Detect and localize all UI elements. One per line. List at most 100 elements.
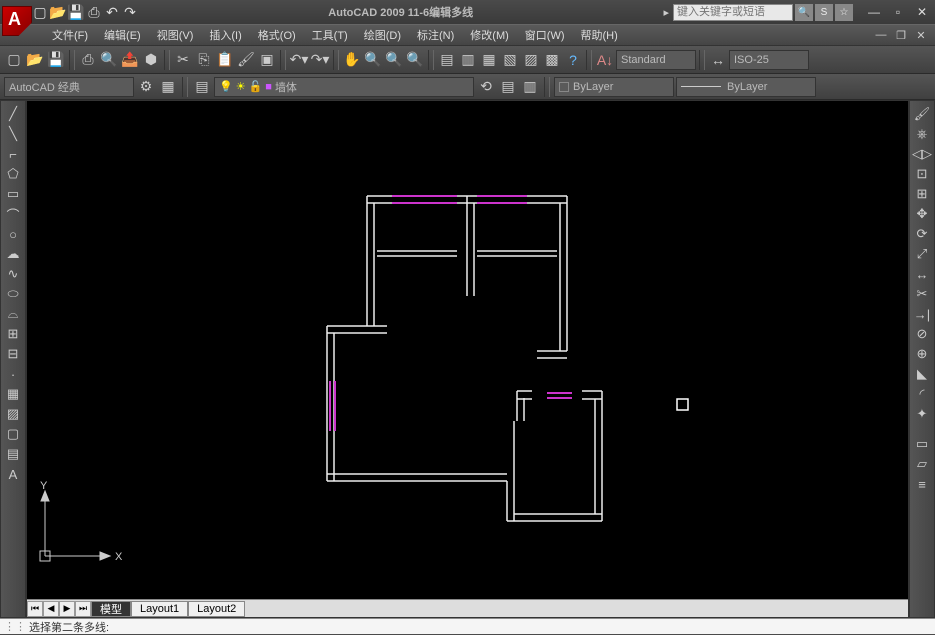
- undo-icon[interactable]: ↶: [104, 4, 120, 20]
- qnew-icon[interactable]: ▢: [4, 50, 24, 70]
- doc-minimize-button[interactable]: —: [873, 29, 889, 42]
- match-icon[interactable]: 🖌: [236, 50, 256, 70]
- menu-modify[interactable]: 修改(M): [462, 25, 517, 45]
- spline-icon[interactable]: ∿: [3, 265, 23, 283]
- circle-icon[interactable]: ○: [3, 225, 23, 243]
- menu-help[interactable]: 帮助(H): [573, 25, 626, 45]
- move-icon[interactable]: ✥: [912, 205, 932, 223]
- tab-layout1[interactable]: Layout1: [131, 601, 188, 617]
- ellipsearc-icon[interactable]: ⌓: [3, 305, 23, 323]
- table-icon[interactable]: ▤: [3, 445, 23, 463]
- publish-icon[interactable]: 📤: [120, 50, 140, 70]
- makeblock-icon[interactable]: ⊟: [3, 345, 23, 363]
- rotate-icon[interactable]: ⟳: [912, 225, 932, 243]
- sheet-icon[interactable]: ▧: [500, 50, 520, 70]
- chamfer-icon[interactable]: ◣: [912, 365, 932, 383]
- doc-restore-button[interactable]: ❐: [893, 29, 909, 42]
- workspace-dropdown[interactable]: AutoCAD 经典: [4, 77, 134, 97]
- maximize-button[interactable]: ▫: [889, 5, 907, 19]
- paste-icon[interactable]: 📋: [215, 50, 235, 70]
- open-icon[interactable]: 📂: [50, 4, 66, 20]
- array-icon[interactable]: ⊞: [912, 185, 932, 203]
- arc-icon[interactable]: ⌒: [3, 205, 23, 223]
- menu-file[interactable]: 文件(F): [44, 25, 96, 45]
- qopen-icon[interactable]: 📂: [25, 50, 45, 70]
- gradient-icon[interactable]: ▨: [3, 405, 23, 423]
- xline-icon[interactable]: ╲: [3, 125, 23, 143]
- menu-insert[interactable]: 插入(I): [201, 25, 249, 45]
- textstyle-icon[interactable]: A↓: [595, 50, 615, 70]
- help-s-icon[interactable]: S: [815, 4, 833, 21]
- search-button[interactable]: 🔍: [795, 4, 813, 21]
- star-icon[interactable]: ☆: [835, 4, 853, 21]
- print-icon[interactable]: ⎙: [86, 4, 102, 20]
- explode-icon[interactable]: ✦: [912, 405, 932, 423]
- layer-state-icon[interactable]: ▤: [498, 77, 518, 97]
- tab-model[interactable]: 模型: [91, 601, 131, 617]
- linetype-dropdown[interactable]: ByLayer: [676, 77, 816, 97]
- redo-icon[interactable]: ↷: [122, 4, 138, 20]
- dcenter-icon[interactable]: ▥: [458, 50, 478, 70]
- toolpal-icon[interactable]: ▦: [479, 50, 499, 70]
- zoom-prev-icon[interactable]: 🔍: [405, 50, 425, 70]
- doc-close-button[interactable]: ✕: [913, 29, 929, 42]
- tab-first-button[interactable]: ⏮: [27, 601, 43, 617]
- offset-icon[interactable]: ⊡: [912, 165, 932, 183]
- copy-icon[interactable]: ⎘: [194, 50, 214, 70]
- color-dropdown[interactable]: ByLayer: [554, 77, 674, 97]
- redo2-icon[interactable]: ↷▾: [310, 50, 330, 70]
- break-icon[interactable]: ⊘: [912, 325, 932, 343]
- menu-dimension[interactable]: 标注(N): [409, 25, 462, 45]
- extend-icon[interactable]: →|: [912, 305, 932, 323]
- layer-dropdown[interactable]: 💡 ☀ 🔓 ■ 墙体: [214, 77, 474, 97]
- tab-prev-button[interactable]: ◀: [43, 601, 59, 617]
- preview-icon[interactable]: 🔍: [99, 50, 119, 70]
- list-icon[interactable]: ≡: [912, 475, 932, 493]
- text-style-dropdown[interactable]: Standard: [616, 50, 696, 70]
- point-icon[interactable]: ·: [3, 365, 23, 383]
- ws-settings-icon[interactable]: ⚙: [136, 77, 156, 97]
- menu-draw[interactable]: 绘图(D): [356, 25, 409, 45]
- fillet-icon[interactable]: ◜: [912, 385, 932, 403]
- mtext-icon[interactable]: A: [3, 465, 23, 483]
- new-icon[interactable]: ▢: [32, 4, 48, 20]
- menu-format[interactable]: 格式(O): [250, 25, 304, 45]
- undo2-icon[interactable]: ↶▾: [289, 50, 309, 70]
- tab-next-button[interactable]: ▶: [59, 601, 75, 617]
- trim-icon[interactable]: ✂: [912, 285, 932, 303]
- block-icon[interactable]: ▣: [257, 50, 277, 70]
- 3d-icon[interactable]: ⬢: [141, 50, 161, 70]
- region-icon[interactable]: ▢: [3, 425, 23, 443]
- join-icon[interactable]: ⊕: [912, 345, 932, 363]
- ellipse-icon[interactable]: ⬭: [3, 285, 23, 303]
- minimize-button[interactable]: —: [865, 5, 883, 19]
- scale-icon[interactable]: ⤢: [912, 245, 932, 263]
- tab-last-button[interactable]: ⏭: [75, 601, 91, 617]
- menu-tools[interactable]: 工具(T): [304, 25, 356, 45]
- command-line[interactable]: ⋮⋮ 选择第二条多线:: [0, 618, 935, 634]
- stretch-icon[interactable]: ↔: [912, 265, 932, 283]
- dimstyle-icon[interactable]: ↔: [708, 50, 728, 70]
- close-button[interactable]: ✕: [913, 5, 931, 19]
- pline-icon[interactable]: ⌐: [3, 145, 23, 163]
- plot-icon[interactable]: ⎙: [78, 50, 98, 70]
- ws-lock-icon[interactable]: ▦: [158, 77, 178, 97]
- layer-prev-icon[interactable]: ⟲: [476, 77, 496, 97]
- dist-icon[interactable]: ▭: [912, 435, 932, 453]
- props-icon[interactable]: ▤: [437, 50, 457, 70]
- layer-props-icon[interactable]: ▤: [192, 77, 212, 97]
- save-icon[interactable]: 💾: [68, 4, 84, 20]
- search-input[interactable]: [673, 4, 793, 21]
- polygon-icon[interactable]: ⬠: [3, 165, 23, 183]
- dim-style-dropdown[interactable]: ISO-25: [729, 50, 809, 70]
- mirror-icon[interactable]: ◁▷: [912, 145, 932, 163]
- layer-iso-icon[interactable]: ▥: [520, 77, 540, 97]
- copy2-icon[interactable]: ⎈: [912, 125, 932, 143]
- hatch-icon[interactable]: ▦: [3, 385, 23, 403]
- zoom-rt-icon[interactable]: 🔍: [363, 50, 383, 70]
- cut-icon[interactable]: ✂: [173, 50, 193, 70]
- menu-window[interactable]: 窗口(W): [517, 25, 573, 45]
- menu-edit[interactable]: 编辑(E): [96, 25, 149, 45]
- insert-icon[interactable]: ⊞: [3, 325, 23, 343]
- line-icon[interactable]: ╱: [3, 105, 23, 123]
